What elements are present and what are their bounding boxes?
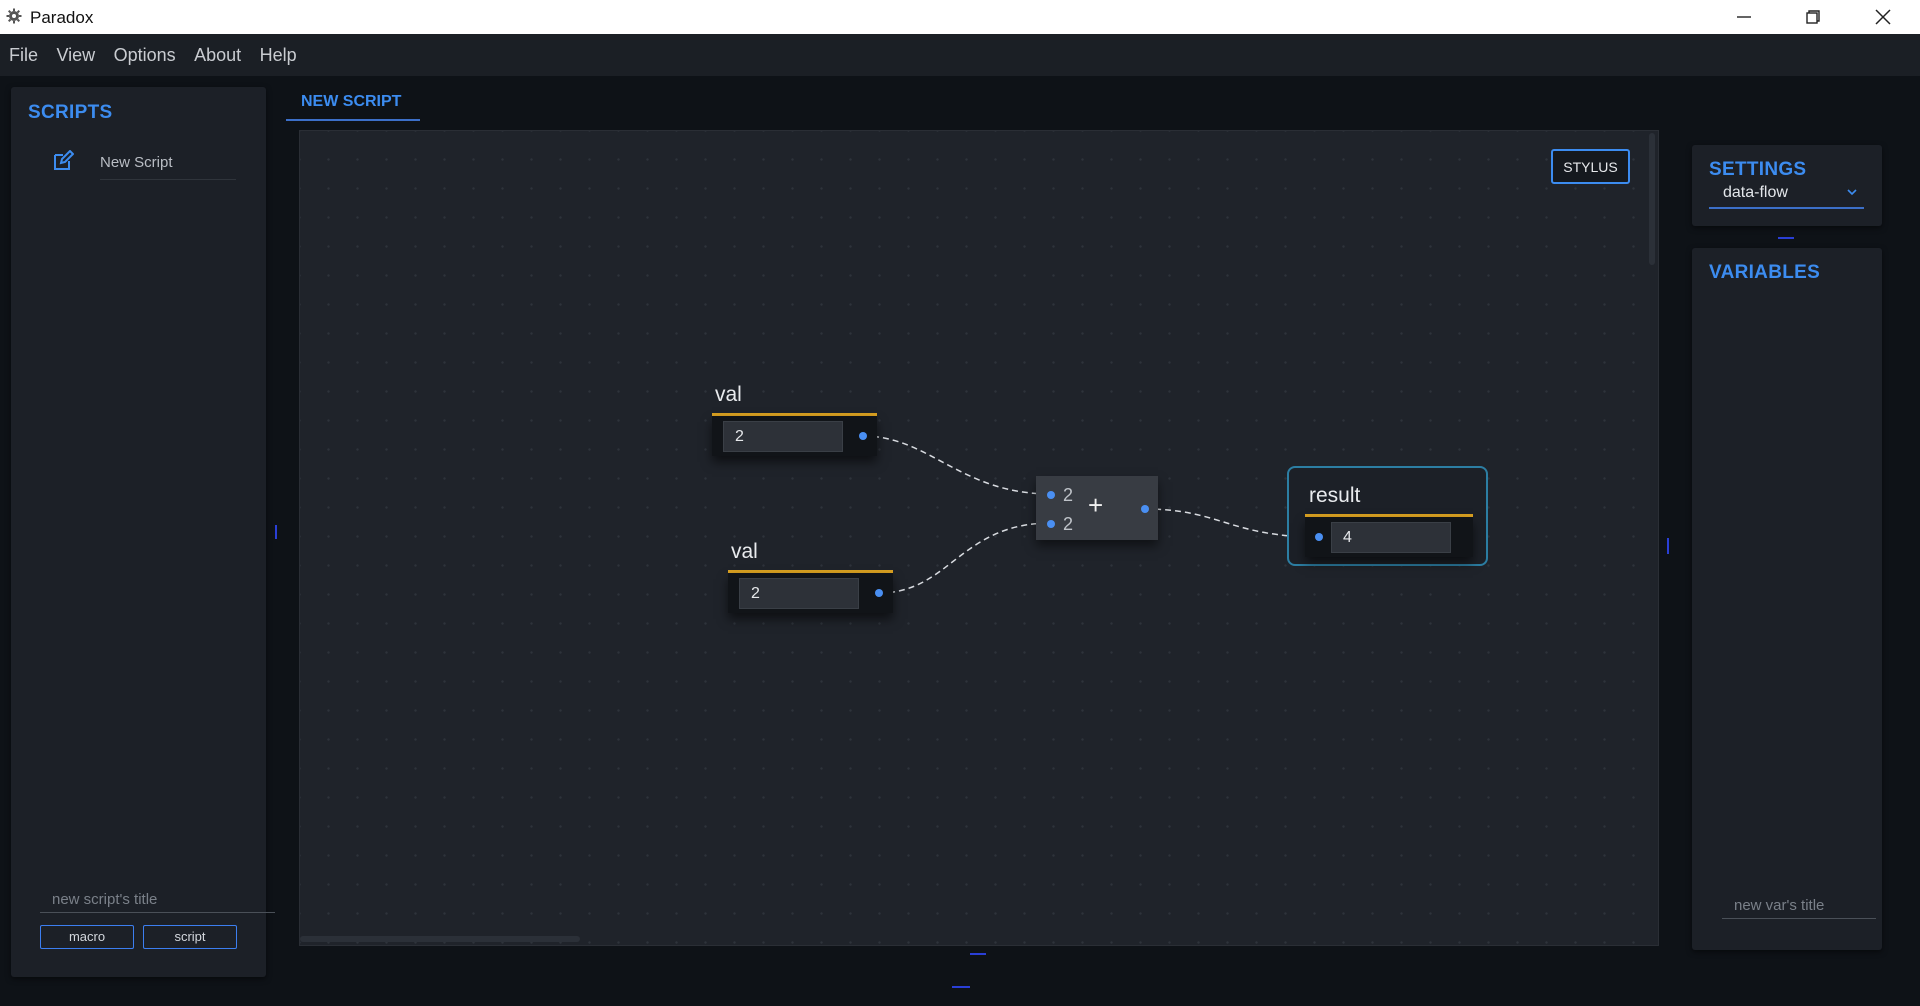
output-port[interactable] xyxy=(875,589,883,597)
val-input[interactable]: 2 xyxy=(723,421,843,452)
mode-select[interactable]: data-flow xyxy=(1709,181,1864,209)
script-button[interactable]: script xyxy=(143,925,237,949)
menu-view[interactable]: View xyxy=(56,45,95,66)
left-resize-handle[interactable] xyxy=(275,525,277,539)
macro-button[interactable]: macro xyxy=(40,925,134,949)
close-window-button[interactable] xyxy=(1849,0,1917,34)
input-a-value: 2 xyxy=(1063,485,1074,505)
stylus-button[interactable]: STYLUS xyxy=(1551,149,1630,184)
chevron-down-icon xyxy=(1847,189,1857,196)
edit-icon xyxy=(54,150,74,170)
menu-options[interactable]: Options xyxy=(114,45,176,66)
tab-new-script[interactable]: NEW SCRIPT xyxy=(286,93,420,121)
input-port-b[interactable] xyxy=(1047,520,1055,528)
plus-operator: + xyxy=(1088,490,1104,520)
mode-select-value: data-flow xyxy=(1723,184,1788,201)
result-title: result xyxy=(1309,484,1361,507)
minimize-button[interactable] xyxy=(1710,0,1778,34)
input-port[interactable] xyxy=(1315,533,1323,541)
scripts-panel xyxy=(11,87,266,977)
bottom-resize-handle-2[interactable] xyxy=(952,986,970,988)
menu-bar: File View Options About Help xyxy=(0,34,1920,76)
scripts-title: SCRIPTS xyxy=(28,102,113,123)
node-title: val xyxy=(731,540,758,563)
input-b-value: 2 xyxy=(1063,514,1074,534)
output-port[interactable] xyxy=(859,432,867,440)
minimize-icon xyxy=(1737,16,1751,18)
new-var-title-input[interactable] xyxy=(1722,892,1876,919)
input-port-a[interactable] xyxy=(1047,491,1055,499)
add-node[interactable]: 2 2 + xyxy=(1036,476,1158,540)
val-input[interactable]: 2 xyxy=(739,578,859,609)
new-script-title-input[interactable] xyxy=(40,886,275,913)
script-item-label: New Script xyxy=(100,154,236,180)
window-title: Paradox xyxy=(30,8,94,27)
title-bar: Paradox xyxy=(0,0,1920,34)
bottom-resize-handle[interactable] xyxy=(970,953,986,955)
variables-panel xyxy=(1692,248,1882,950)
right-resize-handle[interactable] xyxy=(1667,538,1669,554)
menu-help[interactable]: Help xyxy=(260,45,297,66)
canvas-horizontal-scrollbar[interactable] xyxy=(300,936,580,942)
settings-title: SETTINGS xyxy=(1709,159,1807,180)
node-title: val xyxy=(715,383,742,406)
canvas-vertical-scrollbar[interactable] xyxy=(1649,133,1655,265)
variables-title: VARIABLES xyxy=(1709,262,1821,283)
menu-about[interactable]: About xyxy=(194,45,241,66)
gear-icon xyxy=(6,8,22,24)
result-output: 4 xyxy=(1331,522,1451,553)
close-icon xyxy=(1875,9,1891,25)
restore-button[interactable] xyxy=(1779,0,1847,34)
output-port[interactable] xyxy=(1141,505,1149,513)
restore-icon xyxy=(1806,10,1820,24)
tab-label: NEW SCRIPT xyxy=(301,93,402,110)
settings-resize-handle[interactable] xyxy=(1778,237,1794,239)
menu-file[interactable]: File xyxy=(9,45,38,66)
script-list-item[interactable]: New Script xyxy=(52,150,236,180)
